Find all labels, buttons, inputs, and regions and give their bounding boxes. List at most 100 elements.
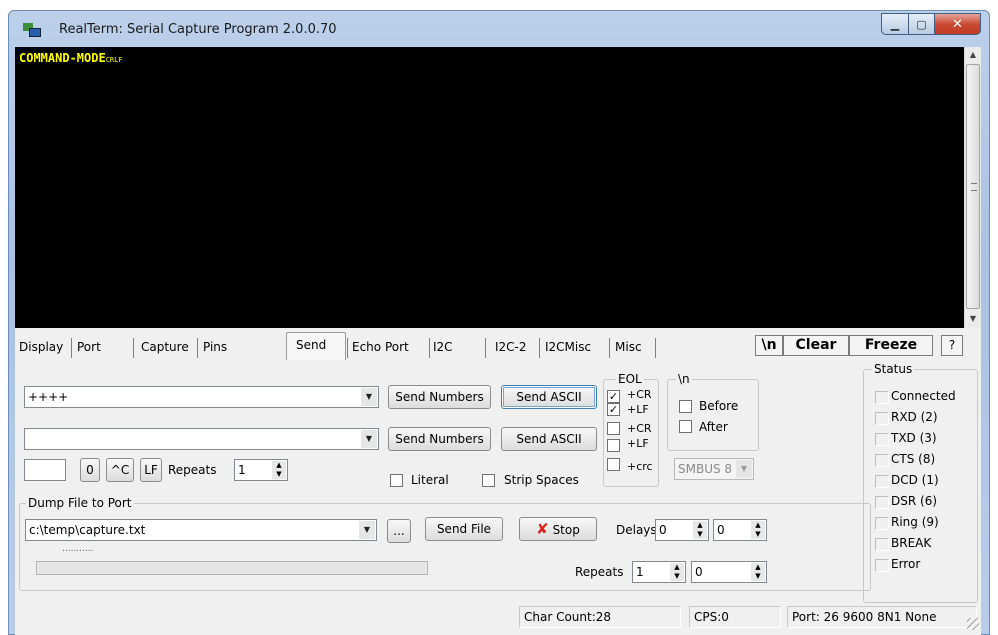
txd-led xyxy=(875,433,889,446)
terminal-vertical-scrollbar[interactable]: ▲ ▼ xyxy=(964,47,981,328)
status-group-title: Status xyxy=(872,362,915,376)
tab-strip: Display Port Capture Pins Send Echo Port… xyxy=(15,330,981,360)
send-ascii-label: Send ASCII xyxy=(516,390,582,404)
eol-lf-checkbox-1[interactable]: ✓ xyxy=(607,403,620,416)
tab-i2c-2[interactable]: I2C-2 xyxy=(495,340,527,358)
dump-file-group-title: Dump File to Port xyxy=(26,496,134,510)
clear-button[interactable]: Clear xyxy=(783,335,849,356)
repeats-value: 1 xyxy=(238,463,246,477)
freeze-button[interactable]: Freeze xyxy=(849,335,933,356)
eol-group-title: EOL xyxy=(616,372,644,386)
stop-x-icon: ✘ xyxy=(536,520,549,538)
tab-divider xyxy=(347,338,348,358)
status-error: Error xyxy=(891,557,921,571)
chevron-down-icon[interactable]: ▼ xyxy=(361,430,377,448)
browse-button[interactable]: ... xyxy=(387,519,411,543)
send-file-button[interactable]: Send File xyxy=(425,517,503,541)
dump-repeats-2-spinner[interactable]: 0 ▲ ▼ xyxy=(691,561,767,583)
maximize-icon: ▢ xyxy=(916,17,927,31)
number-input[interactable] xyxy=(24,459,66,481)
before-checkbox[interactable] xyxy=(679,400,692,413)
dump-file-path-combo[interactable]: c:\temp\capture.txt ▼ xyxy=(25,519,377,541)
eol-cr-checkbox-1[interactable]: ✓ xyxy=(607,390,620,403)
delay-1-value: 0 xyxy=(659,523,667,537)
tab-divider xyxy=(197,338,198,358)
close-button[interactable]: ✕ xyxy=(935,13,981,35)
zero-button[interactable]: 0 xyxy=(80,458,100,482)
send-line-1-value: ++++ xyxy=(28,390,69,404)
tab-misc[interactable]: Misc xyxy=(615,340,642,358)
scroll-down-icon[interactable]: ▼ xyxy=(965,311,981,327)
before-label: Before xyxy=(699,399,739,413)
scrollbar-thumb[interactable] xyxy=(966,64,980,309)
terminal-display[interactable]: COMMAND-MODECRLF xyxy=(15,47,964,328)
progress-dots: ........... xyxy=(62,544,94,554)
port-pane: Port: 26 9600 8N1 None xyxy=(787,606,977,628)
stop-button[interactable]: ✘ Stop xyxy=(519,517,597,541)
literal-label: Literal xyxy=(411,473,449,487)
literal-checkbox[interactable] xyxy=(390,474,403,487)
send-numbers-button-1[interactable]: Send Numbers xyxy=(388,385,491,409)
spin-arrows-icon[interactable]: ▲ ▼ xyxy=(751,563,765,581)
status-dsr: DSR (6) xyxy=(891,494,938,508)
dump-repeats-label: Repeats xyxy=(575,565,624,579)
send-line-2-combo[interactable]: ▼ xyxy=(24,428,379,450)
tab-send[interactable]: Send xyxy=(296,338,326,356)
minimize-button[interactable]: ▁ xyxy=(881,13,909,35)
connected-led xyxy=(875,391,889,404)
lf-button[interactable]: LF xyxy=(140,458,162,482)
chevron-down-icon[interactable]: ▼ xyxy=(736,460,752,478)
spin-arrows-icon[interactable]: ▲ ▼ xyxy=(751,521,765,539)
eol-crc-checkbox[interactable] xyxy=(607,458,620,471)
eol-lf-checkbox-2[interactable] xyxy=(607,439,620,452)
send-file-label: Send File xyxy=(436,522,492,536)
smbus-combo[interactable]: SMBUS 8 ▼ xyxy=(674,458,754,480)
tab-pins[interactable]: Pins xyxy=(203,340,227,358)
chevron-down-icon[interactable]: ▼ xyxy=(359,521,375,539)
browse-label: ... xyxy=(393,524,405,538)
newline-group: \n xyxy=(667,372,759,451)
delay-2-spinner[interactable]: 0 ▲ ▼ xyxy=(713,519,767,541)
status-txd: TXD (3) xyxy=(891,431,937,445)
tab-display[interactable]: Display xyxy=(19,340,63,358)
send-numbers-label: Send Numbers xyxy=(395,432,484,446)
help-button[interactable]: ? xyxy=(941,335,963,356)
repeats-spinner[interactable]: 1 ▲ ▼ xyxy=(234,459,288,481)
strip-spaces-checkbox[interactable] xyxy=(482,474,495,487)
send-line-1-combo[interactable]: ++++ ▼ xyxy=(24,386,379,408)
tab-divider xyxy=(609,338,610,358)
spin-arrows-icon[interactable]: ▲ ▼ xyxy=(670,563,684,581)
resize-grip-icon[interactable] xyxy=(967,618,979,630)
spin-arrows-icon[interactable]: ▲ ▼ xyxy=(693,521,707,539)
ctrl-c-button[interactable]: ^C xyxy=(106,458,134,482)
grip-icon xyxy=(971,183,977,191)
chevron-down-icon[interactable]: ▼ xyxy=(361,388,377,406)
tab-divider xyxy=(71,338,72,358)
send-ascii-button-2[interactable]: Send ASCII xyxy=(501,427,597,451)
tab-i2c[interactable]: I2C xyxy=(433,340,453,358)
tab-port[interactable]: Port xyxy=(77,340,101,358)
strip-spaces-label: Strip Spaces xyxy=(504,473,579,487)
tab-echo-port[interactable]: Echo Port xyxy=(352,340,409,358)
maximize-button[interactable]: ▢ xyxy=(909,13,935,35)
status-cts: CTS (8) xyxy=(891,452,936,466)
eol-crc-label: +crc xyxy=(627,460,653,473)
ctrl-c-label: ^C xyxy=(110,463,130,477)
repeats-label: Repeats xyxy=(168,463,217,477)
title-bar[interactable]: RealTerm: Serial Capture Program 2.0.0.7… xyxy=(9,11,989,47)
newline-group-title: \n xyxy=(676,372,692,386)
newline-button[interactable]: \n xyxy=(755,335,783,356)
spin-arrows-icon[interactable]: ▲ ▼ xyxy=(272,461,286,479)
eol-cr-checkbox-2[interactable] xyxy=(607,422,620,435)
delays-label: Delays xyxy=(616,523,657,537)
send-ascii-button-1[interactable]: Send ASCII xyxy=(501,385,597,409)
tab-i2cmisc[interactable]: I2CMisc xyxy=(545,340,591,358)
delay-1-spinner[interactable]: 0 ▲ ▼ xyxy=(655,519,709,541)
after-label: After xyxy=(699,420,728,434)
send-numbers-button-2[interactable]: Send Numbers xyxy=(388,427,491,451)
after-checkbox[interactable] xyxy=(679,420,692,433)
minimize-icon: ▁ xyxy=(890,17,900,31)
scroll-up-icon[interactable]: ▲ xyxy=(965,47,981,63)
tab-capture[interactable]: Capture xyxy=(141,340,189,358)
dump-repeats-1-spinner[interactable]: 1 ▲ ▼ xyxy=(632,561,686,583)
